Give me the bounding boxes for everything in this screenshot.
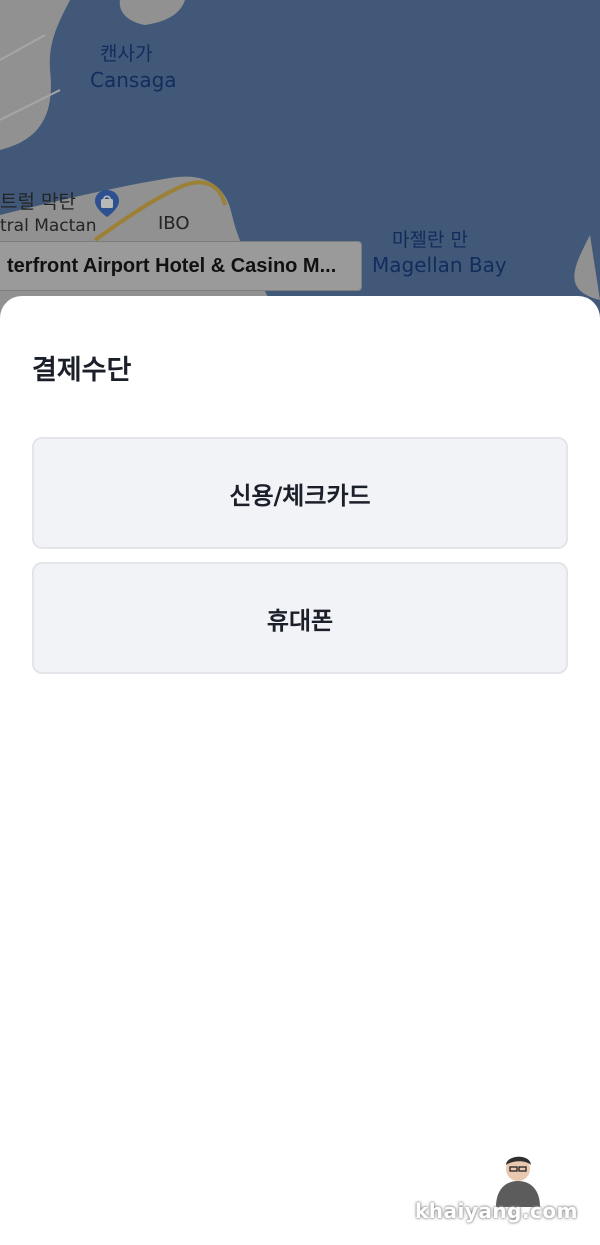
credit-debit-card-button[interactable]: 신용/체크카드: [32, 437, 568, 549]
watermark: khaiyang.com: [415, 1143, 578, 1223]
watermark-avatar-icon: [496, 1156, 540, 1207]
credit-debit-card-label: 신용/체크카드: [229, 481, 371, 510]
mobile-phone-button[interactable]: 휴대폰: [32, 562, 568, 674]
watermark-text: khaiyang.com: [414, 1199, 578, 1223]
sheet-title: 결제수단: [32, 355, 132, 386]
payment-method-sheet: 결제수단 신용/체크카드 휴대폰 khaiyang.com: [0, 296, 600, 1245]
hotel-name-chip[interactable]: terfront Airport Hotel & Casino M...: [0, 241, 362, 291]
mobile-phone-label: 휴대폰: [266, 606, 334, 635]
map-view[interactable]: 캔사가 Cansaga 트럴 막탄 tral Mactan IBO 마젤란 만 …: [0, 0, 600, 320]
